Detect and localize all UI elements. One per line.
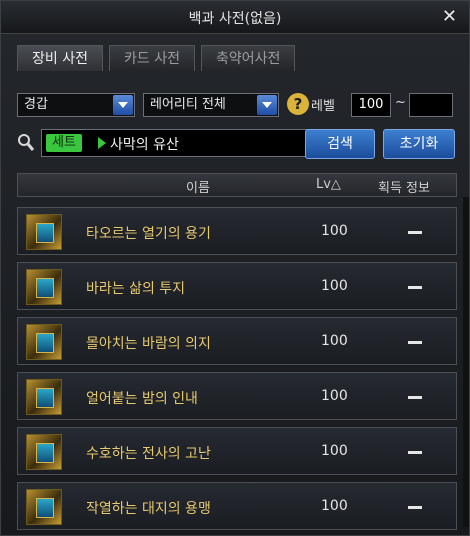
item-level: 100	[321, 333, 348, 349]
header-acquisition: 획득 정보	[378, 181, 430, 196]
item-level: 100	[321, 223, 348, 239]
item-level: 100	[321, 388, 348, 404]
acquisition-dash-icon	[408, 506, 422, 509]
chevron-down-icon[interactable]	[113, 95, 133, 115]
search-input[interactable]: 세트 사막의 유산	[41, 129, 315, 157]
encyclopedia-window: 백과 사전(없음) ✕ 장비 사전 카드 사전 축약어사전 경갑 레어리티 전체…	[0, 0, 470, 536]
close-icon[interactable]: ✕	[442, 6, 457, 27]
title-bar: 백과 사전(없음) ✕	[1, 1, 469, 34]
table-row[interactable]: 작열하는 대지의 용맹 100	[17, 482, 457, 530]
armor-item-icon	[26, 269, 62, 305]
armor-item-icon	[26, 214, 62, 250]
tab-card[interactable]: 카드 사전	[108, 45, 195, 71]
level-range-tilde: ~	[395, 95, 406, 110]
item-name: 타오르는 열기의 용기	[86, 226, 211, 242]
help-icon[interactable]: ?	[287, 93, 309, 115]
level-max-input[interactable]	[409, 93, 453, 117]
item-name: 작열하는 대지의 용맹	[86, 501, 211, 517]
header-level[interactable]: Lv△	[316, 177, 341, 192]
acquisition-dash-icon	[408, 341, 422, 344]
category-value: 경갑	[24, 97, 48, 112]
level-label: 레벨	[311, 99, 335, 114]
acquisition-dash-icon	[408, 451, 422, 454]
tab-bar: 장비 사전 카드 사전 축약어사전	[17, 45, 296, 71]
table-header: 이름 Lv△ 획득 정보	[17, 173, 457, 197]
armor-item-icon	[26, 489, 62, 525]
rarity-select[interactable]: 레어리티 전체	[143, 93, 279, 117]
level-min-input[interactable]: 100	[351, 93, 391, 117]
item-level: 100	[321, 278, 348, 294]
table-row[interactable]: 타오르는 열기의 용기 100	[17, 207, 457, 255]
table-row[interactable]: 얼어붙는 밤의 인내 100	[17, 372, 457, 420]
armor-item-icon	[26, 379, 62, 415]
scrollbar[interactable]	[463, 197, 469, 527]
header-name: 이름	[186, 181, 210, 196]
item-name: 수호하는 전사의 고난	[86, 446, 211, 462]
rarity-value: 레어리티 전체	[150, 97, 226, 112]
search-row: 세트 사막의 유산 검색 초기화	[17, 129, 457, 159]
search-value: 사막의 유산	[110, 137, 179, 153]
tab-abbreviation[interactable]: 축약어사전	[200, 45, 296, 71]
acquisition-dash-icon	[408, 286, 422, 289]
acquisition-dash-icon	[408, 231, 422, 234]
acquisition-dash-icon	[408, 396, 422, 399]
chevron-down-icon[interactable]	[257, 95, 277, 115]
item-name: 바라는 삶의 투지	[86, 281, 186, 297]
armor-item-icon	[26, 324, 62, 360]
item-level: 100	[321, 498, 348, 514]
filter-row: 경갑 레어리티 전체 ? 레벨 100 ~	[17, 93, 457, 117]
item-level: 100	[321, 443, 348, 459]
table-row[interactable]: 몰아치는 바람의 의지 100	[17, 317, 457, 365]
search-button[interactable]: 검색	[305, 129, 375, 159]
tab-equipment[interactable]: 장비 사전	[17, 45, 103, 71]
reset-button[interactable]: 초기화	[383, 129, 455, 159]
search-icon	[18, 134, 35, 151]
set-tag: 세트	[46, 134, 82, 152]
armor-item-icon	[26, 434, 62, 470]
window-title: 백과 사전(없음)	[188, 11, 282, 27]
item-name: 몰아치는 바람의 의지	[86, 336, 211, 352]
table-row[interactable]: 수호하는 전사의 고난 100	[17, 427, 457, 475]
tag-arrow-icon	[98, 137, 106, 149]
table-row[interactable]: 바라는 삶의 투지 100	[17, 262, 457, 310]
item-name: 얼어붙는 밤의 인내	[86, 391, 198, 407]
category-select[interactable]: 경갑	[17, 93, 135, 117]
